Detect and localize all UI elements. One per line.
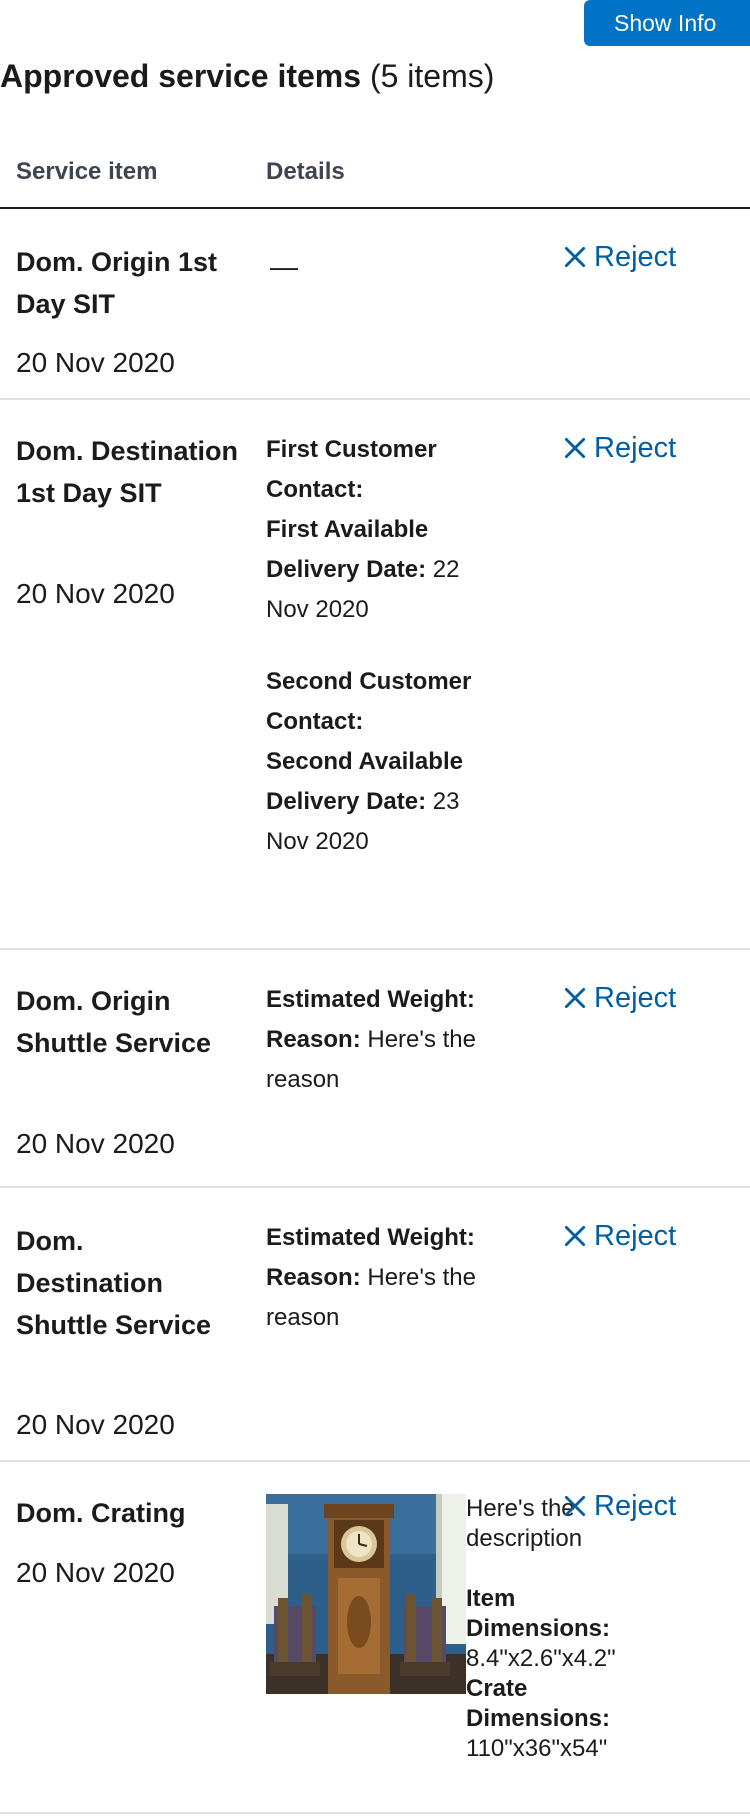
close-icon [564, 246, 586, 268]
reject-button[interactable]: Reject [562, 428, 676, 468]
service-item-name: Dom. Destination Shuttle Service [16, 1226, 212, 1340]
column-header-service-item: Service item [16, 158, 158, 185]
table-row: Dom. Destination Shuttle Service 20 Nov … [0, 1188, 750, 1462]
service-item-date: 20 Nov 2020 [16, 1128, 175, 1159]
table-row: Dom. Destination 1st Day SIT 20 Nov 2020… [0, 400, 750, 950]
reject-button[interactable]: Reject [562, 1486, 676, 1526]
detail-value: 8.4"x2.6"x4.2" [466, 1645, 616, 1672]
table-row: Dom. Origin Shuttle Service 20 Nov 2020 … [0, 950, 750, 1188]
detail-value: 110"x36"x54" [466, 1735, 608, 1762]
reject-label: Reject [594, 432, 677, 464]
detail-label: Estimated Weight: [266, 1224, 475, 1251]
crating-details: Here's the description Item Dimensions: … [466, 1494, 666, 1764]
service-item-name: Dom. Crating [16, 1498, 186, 1528]
detail-label: Reason: [266, 1026, 361, 1053]
table-row: Dom. Origin 1st Day SIT 20 Nov 2020 — Re… [0, 209, 750, 400]
service-item-date: 20 Nov 2020 [16, 1409, 175, 1440]
service-item-name: Dom. Origin 1st Day SIT [16, 247, 218, 319]
close-icon [564, 987, 586, 1009]
detail-label: Second Customer Contact: [266, 668, 472, 735]
reject-button[interactable]: Reject [562, 237, 676, 277]
service-item-name: Dom. Destination 1st Day SIT [16, 436, 239, 508]
show-info-button[interactable]: Show Info [584, 0, 750, 46]
service-item-date: 20 Nov 2020 [16, 347, 175, 378]
column-header-details: Details [266, 158, 345, 185]
section-title: Approved service items [0, 58, 362, 94]
service-item-name: Dom. Origin Shuttle Service [16, 986, 212, 1058]
service-item-details: Estimated Weight: Reason: Here's the rea… [266, 980, 488, 1100]
close-icon [564, 437, 586, 459]
service-item-date: 20 Nov 2020 [16, 578, 175, 609]
reject-button[interactable]: Reject [562, 978, 676, 1018]
reject-label: Reject [594, 241, 677, 273]
detail-label: Crate Dimensions: [466, 1675, 611, 1732]
close-icon [564, 1225, 586, 1247]
grandfather-clock-image [266, 1494, 466, 1694]
service-item-details: First Customer Contact: First Available … [266, 430, 488, 862]
service-item-date: 20 Nov 2020 [16, 1557, 175, 1588]
service-item-details: Estimated Weight: Reason: Here's the rea… [266, 1218, 488, 1338]
reject-button[interactable]: Reject [562, 1216, 676, 1256]
empty-details: — [270, 251, 298, 282]
detail-label: Estimated Weight: [266, 986, 475, 1013]
reject-label: Reject [594, 1220, 677, 1252]
detail-label: First Customer Contact: [266, 436, 437, 503]
approved-service-items-page: Show Info Approved service items (5 item… [0, 0, 750, 1816]
section-heading: Approved service items (5 items) [0, 56, 494, 96]
table-row: Dom. Crating 20 Nov 2020 Here's the desc… [0, 1462, 750, 1814]
detail-label: Reason: [266, 1264, 361, 1291]
detail-label: First Available Delivery Date: [266, 516, 429, 583]
crating-item-photo [266, 1494, 466, 1694]
reject-label: Reject [594, 1490, 677, 1522]
reject-label: Reject [594, 982, 677, 1014]
close-icon [564, 1495, 586, 1517]
detail-label: Item Dimensions: [466, 1585, 611, 1642]
item-count: (5 items) [369, 58, 495, 94]
